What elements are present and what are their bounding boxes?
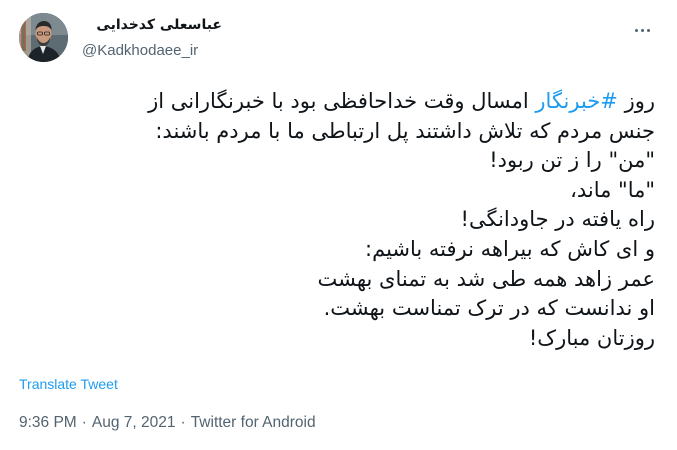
more-options-button[interactable] (630, 18, 654, 42)
tweet-line: عمر زاهد همه طی شد به تمنای بهشت (317, 266, 655, 291)
tweet-line: "ما" ماند، (570, 177, 655, 202)
tweet-card: عباسعلی کدخدایی @Kadkhodaee_ir روز #خبرن… (0, 0, 677, 450)
tweet-date[interactable]: Aug 7, 2021 (92, 414, 176, 431)
author-display-name[interactable]: عباسعلی کدخدایی (82, 15, 222, 35)
translate-tweet-link[interactable]: Translate Tweet (19, 375, 118, 393)
more-dots-icon (634, 28, 638, 32)
tweet-line: و ای کاش که بیراهه نرفته باشیم: (365, 236, 655, 261)
more-dot (640, 28, 644, 32)
tweet-metadata: 9:36 PM · Aug 7, 2021 · Twitter for Android (19, 413, 316, 433)
tweet-line: "من" را ز تن ربود! (489, 148, 655, 173)
more-dot (646, 28, 650, 32)
avatar[interactable] (19, 13, 68, 62)
tweet-line-prefix: روز (617, 89, 655, 113)
tweet-line: راه یافته در جاودانگی! (460, 207, 655, 232)
profile-photo-icon (19, 13, 68, 62)
meta-separator: · (81, 414, 87, 431)
meta-separator: · (180, 414, 186, 431)
tweet-line: روزتان مبارک! (528, 325, 655, 350)
tweet-line: جنس مردم که تلاش داشتند پل ارتباطی ما با… (155, 118, 655, 143)
tweet-text: روز #خبرنگار امسال وقت خداحافظی بود با خ… (15, 87, 655, 353)
tweet-line: او ندانست که در ترک تمناست بهشت. (323, 296, 655, 321)
author-handle[interactable]: @Kadkhodaee_ir (82, 41, 198, 61)
tweet-time[interactable]: 9:36 PM (19, 414, 77, 431)
tweet-client-link[interactable]: Twitter for Android (191, 414, 316, 431)
tweet-line-suffix: امسال وقت خداحافظی بود با خبرنگارانی از (148, 89, 536, 113)
tweet-line: روز #خبرنگار امسال وقت خداحافظی بود با خ… (15, 87, 655, 117)
hashtag-link[interactable]: #خبرنگار (535, 89, 617, 113)
